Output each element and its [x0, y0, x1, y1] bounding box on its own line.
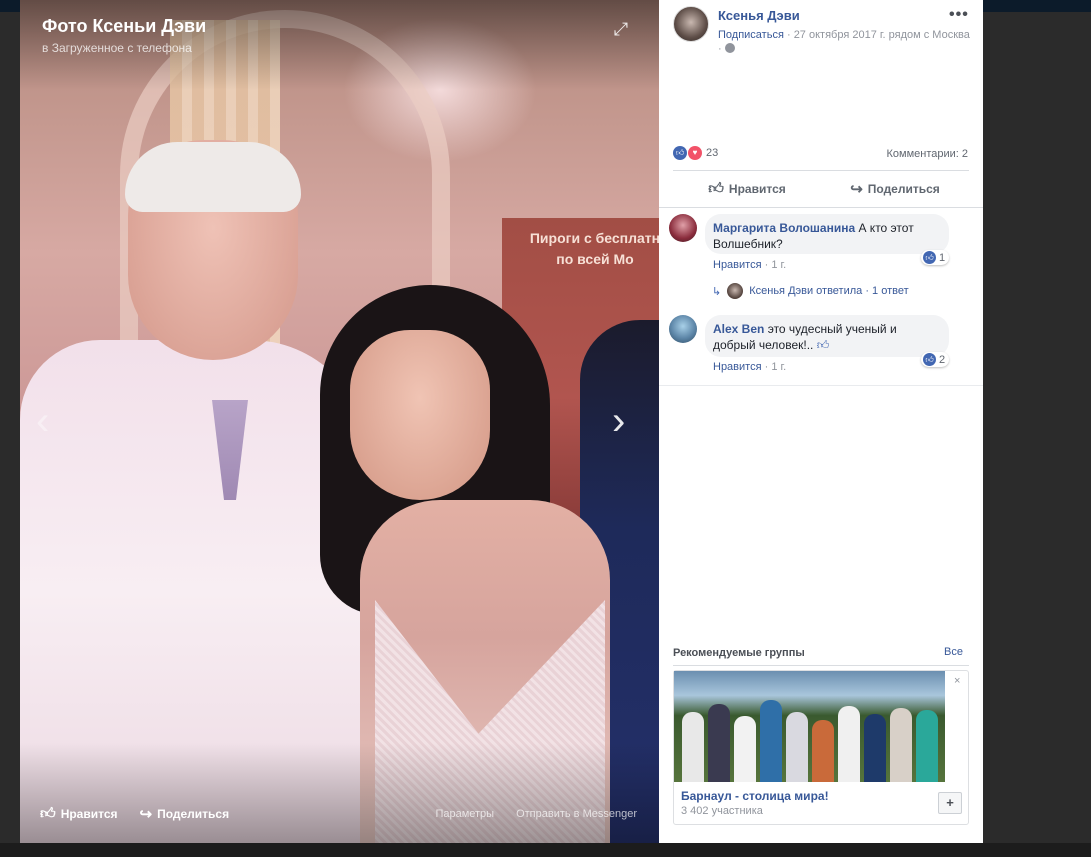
photo-share-label: Поделиться [157, 807, 230, 821]
comment-like-link[interactable]: Нравится [713, 361, 762, 373]
author-name[interactable]: Ксенья Дэви [718, 8, 800, 23]
group-photo-figure [682, 712, 704, 782]
group-photo-figure [838, 706, 860, 782]
comment-bubble: Alex Ben это чудесный ученый и добрый че… [705, 315, 949, 357]
post-date-location[interactable]: · 27 октября 2017 г. рядом с Москва [787, 29, 970, 41]
comment-meta: Нравится · 1 г. [713, 361, 787, 373]
photo-bottom-shade [20, 743, 659, 843]
photo-stage[interactable]: Пироги с бесплатн по всей Мо Фото Ксеньи… [20, 0, 659, 843]
thumbs-up-icon: 👍︎ [816, 338, 830, 352]
group-card[interactable]: × Барнаул - столица мира! 3 402 участник… [673, 670, 969, 825]
group-members: 3 402 участника [681, 805, 763, 817]
avatar[interactable] [669, 214, 697, 242]
comment-like-link[interactable]: Нравится [713, 259, 762, 271]
globe-icon[interactable] [724, 43, 735, 53]
avatar[interactable] [669, 315, 697, 343]
comment-time[interactable]: 1 г. [771, 259, 786, 271]
share-icon: ↪ [850, 181, 863, 198]
more-options-icon[interactable]: ••• [949, 6, 969, 24]
like-button[interactable]: 👍︎ Нравится [673, 172, 821, 206]
expand-icon[interactable]: ⤢ [610, 18, 632, 40]
photo-share-button[interactable]: ↪ Поделиться [140, 805, 230, 823]
like-label: Нравится [728, 182, 786, 196]
divider [659, 385, 983, 386]
photo-woman-face [350, 330, 490, 500]
comment-likes-count: 1 [939, 251, 946, 264]
reply-thread[interactable]: ↳ Ксенья Дэви ответила · 1 ответ [712, 283, 909, 299]
photo-links: Параметры Отправить в Messenger [435, 808, 637, 820]
divider [659, 207, 983, 208]
thumbs-up-icon: 👍︎ [40, 805, 56, 822]
comment-bubble: Маргарита Волошанина А кто этот Волшебни… [705, 214, 949, 254]
group-photo-figure [760, 700, 782, 782]
group-photo-figure [734, 716, 756, 782]
avatar [727, 283, 744, 299]
comment-meta: Нравится · 1 г. [713, 259, 787, 271]
share-icon: ↪ [139, 806, 153, 823]
photo-album-link[interactable]: в Загруженное с телефона [42, 41, 192, 55]
group-photo-figure [864, 714, 886, 782]
group-photo-figure [890, 708, 912, 782]
divider [673, 170, 969, 171]
reactions-count: 23 [706, 147, 719, 159]
share-button[interactable]: ↪ Поделиться [821, 172, 969, 206]
reply-arrow-icon: ↳ [712, 285, 722, 298]
like-reaction-icon: 👍︎ [673, 146, 687, 160]
chevron-right-icon[interactable]: › [612, 396, 642, 446]
reactions-summary[interactable]: 👍︎ ♥ 23 [673, 146, 718, 160]
comment-reactions[interactable]: 👍︎ 1 [921, 250, 950, 265]
post-panel: Ксенья Дэви ••• Подписаться · 27 октября… [659, 0, 983, 843]
thumbs-up-icon: 👍︎ [708, 180, 724, 197]
groups-all-link[interactable]: Все [944, 646, 963, 658]
photo-actions: 👍︎ Нравится ↪ Поделиться [40, 803, 229, 825]
comment-likes-count: 2 [939, 353, 946, 366]
comment: Маргарита Волошанина А кто этот Волшебни… [669, 214, 979, 284]
group-name[interactable]: Барнаул - столица мира! [681, 789, 829, 803]
options-link[interactable]: Параметры [435, 808, 494, 820]
plus-icon[interactable]: + [938, 792, 962, 814]
banner-text: Пироги с бесплатн по всей Мо [510, 228, 659, 270]
group-photo-figure [786, 712, 808, 782]
group-photo-figure [916, 710, 938, 782]
recommended-groups-title: Рекомендуемые группы [673, 647, 805, 659]
comment-author[interactable]: Маргарита Волошанина [713, 221, 855, 235]
backdrop-strip [0, 843, 1091, 857]
send-messenger-link[interactable]: Отправить в Messenger [516, 808, 637, 820]
reply-thread-text[interactable]: Ксенья Дэви ответила · 1 ответ [749, 285, 908, 297]
photo-like-label: Нравится [60, 807, 118, 821]
photo-like-button[interactable]: 👍︎ Нравится [40, 805, 118, 823]
divider [673, 665, 969, 666]
comments-count[interactable]: Комментарии: 2 [886, 148, 968, 160]
comment-reactions[interactable]: 👍︎ 2 [921, 352, 950, 367]
love-reaction-icon: ♥ [688, 146, 702, 160]
like-reaction-icon: 👍︎ [923, 251, 936, 264]
photo-man-hair [125, 142, 301, 212]
post-actions: 👍︎ Нравится ↪ Поделиться [673, 172, 969, 206]
comment: Alex Ben это чудесный ученый и добрый че… [669, 315, 979, 375]
banner-line-2: по всей Мо [556, 251, 634, 267]
like-reaction-icon: 👍︎ [923, 353, 936, 366]
group-cover-image[interactable] [674, 671, 945, 782]
group-photo-figure [708, 704, 730, 782]
group-photo-figure [812, 720, 834, 782]
banner-line-1: Пироги с бесплатн [529, 230, 659, 246]
share-label: Поделиться [867, 182, 940, 196]
comment-time[interactable]: 1 г. [771, 361, 786, 373]
avatar[interactable] [673, 6, 709, 42]
close-icon[interactable]: × [954, 675, 960, 687]
follow-link[interactable]: Подписаться [718, 29, 784, 41]
comment-author[interactable]: Alex Ben [713, 322, 764, 336]
chevron-left-icon[interactable]: ‹ [36, 396, 66, 446]
photo-title: Фото Ксеньи Дэви [42, 16, 207, 36]
meta-dot: · [718, 43, 722, 55]
post-meta: Подписаться · 27 октября 2017 г. рядом с… [718, 28, 973, 56]
